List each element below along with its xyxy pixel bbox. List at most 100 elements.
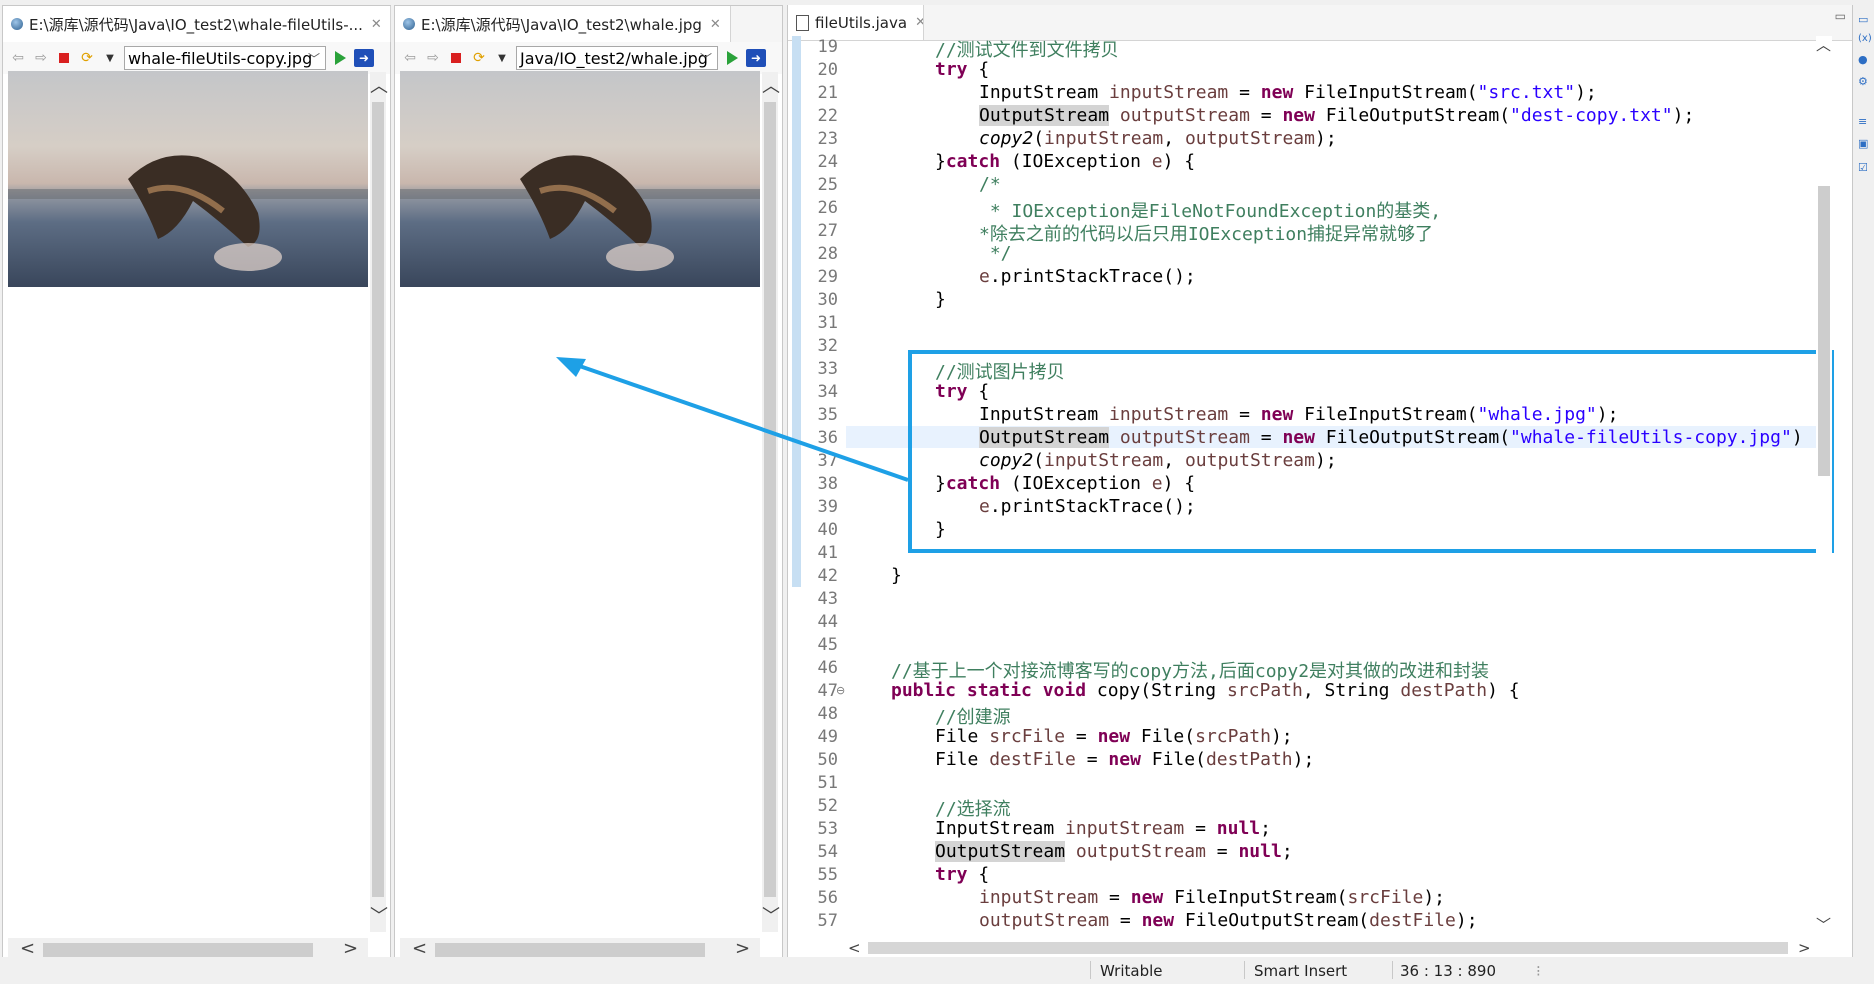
scroll-thumb[interactable]	[372, 102, 384, 897]
browser-toolbar: ⇦ ⇨ ⟳ ▼ whale-fileUtils-copy.jpg ﹀ ➜	[3, 42, 390, 74]
tasks-icon[interactable]: ☑	[1858, 161, 1868, 174]
refresh-icon[interactable]: ⟳	[78, 49, 96, 67]
console-icon[interactable]: ▣	[1858, 137, 1868, 150]
code-line-53: InputStream inputStream = null;	[935, 818, 1271, 839]
line-number: 38	[817, 474, 838, 494]
line-number: 24	[817, 152, 838, 172]
scroll-up-icon[interactable]: ︿	[762, 78, 780, 96]
editor-vertical-scrollbar[interactable]: ︿ ﹀	[1816, 36, 1832, 941]
back-icon[interactable]: ⇦	[9, 49, 27, 67]
scroll-down-icon[interactable]: ﹀	[762, 908, 780, 926]
code-line-23: copy2(inputStream, outputStream);	[979, 128, 1337, 149]
close-icon[interactable]: ✕	[710, 17, 721, 32]
maximize-icon[interactable]: ▭	[1835, 9, 1846, 23]
back-icon[interactable]: ⇦	[401, 49, 419, 67]
variables-icon[interactable]: (x)	[1858, 33, 1872, 44]
scroll-down-icon[interactable]: ﹀	[370, 908, 388, 926]
close-icon[interactable]: ✕	[371, 17, 382, 32]
code-text: );	[1423, 887, 1446, 908]
scroll-left-icon[interactable]: <	[412, 940, 427, 958]
browser-tab-original[interactable]: E:\源库\源代码\Java\IO_test2\whale.jpg ✕	[395, 6, 731, 42]
browser-tab-copy[interactable]: E:\源库\源代码\Java\IO_test2\whale-fileUtils-…	[3, 6, 391, 42]
url-value: Java/IO_test2/whale.jpg	[520, 49, 708, 68]
line-number: 22	[817, 106, 838, 126]
restore-icon[interactable]: ▭	[1858, 13, 1868, 26]
refresh-icon[interactable]: ⟳	[470, 49, 488, 67]
outline-icon[interactable]: ≡	[1858, 115, 1867, 128]
close-icon[interactable]: ✕	[915, 15, 923, 30]
scroll-thumb[interactable]	[1818, 186, 1830, 476]
line-number: 35	[817, 405, 838, 425]
code-text: ;	[1281, 841, 1293, 862]
breakpoints-icon[interactable]: ●	[1858, 53, 1868, 66]
url-input[interactable]: whale-fileUtils-copy.jpg ﹀	[124, 46, 326, 70]
variable: inputStream	[1065, 818, 1185, 839]
expressions-icon[interactable]: ⚙	[1858, 75, 1868, 88]
url-input[interactable]: Java/IO_test2/whale.jpg ﹀	[516, 46, 718, 70]
open-external-icon[interactable]: ➜	[354, 49, 374, 67]
scroll-right-icon[interactable]: >	[343, 940, 358, 958]
editor-horizontal-scrollbar[interactable]: < >	[846, 937, 1816, 959]
line-number: 46	[817, 658, 838, 678]
hscroll-thumb[interactable]	[435, 943, 705, 957]
go-button[interactable]	[331, 49, 349, 67]
line-number: 32	[817, 336, 838, 356]
code-line-49: File srcFile = new File(srcPath);	[935, 726, 1293, 747]
change-ruler-marker	[792, 36, 801, 587]
code-text: File(	[1140, 749, 1206, 770]
line-number: 25	[817, 175, 838, 195]
vertical-scrollbar[interactable]: ︿ ﹀	[762, 72, 780, 932]
code-text: =	[1249, 105, 1283, 126]
hscroll-thumb[interactable]	[868, 942, 1788, 954]
comment: //测试文件到文件拷贝	[935, 40, 1119, 61]
variable: destPath	[1400, 680, 1488, 701]
scroll-up-icon[interactable]: ︿	[370, 78, 388, 96]
forward-icon[interactable]: ⇨	[424, 49, 442, 67]
dropdown-icon[interactable]: ▼	[101, 49, 119, 67]
browser-toolbar: ⇦ ⇨ ⟳ ▼ Java/IO_test2/whale.jpg ﹀ ➜	[395, 42, 782, 74]
open-external-icon[interactable]: ➜	[746, 49, 766, 67]
go-button[interactable]	[723, 49, 741, 67]
stop-button[interactable]	[55, 49, 73, 67]
variable: inputStream	[1109, 82, 1229, 103]
scroll-right-icon[interactable]: >	[735, 940, 750, 958]
globe-icon	[11, 18, 23, 30]
code-text: File(	[1130, 726, 1196, 747]
variable: e	[1151, 151, 1163, 172]
whale-image	[8, 71, 368, 287]
code-text: );	[1672, 105, 1695, 126]
code-text: , String	[1302, 680, 1401, 701]
chevron-down-icon[interactable]: ﹀	[308, 47, 320, 69]
code-line-42: }	[891, 565, 902, 586]
editor-tab-fileutils[interactable]: fileUtils.java ✕	[788, 5, 924, 40]
comment: */	[979, 243, 1012, 264]
scroll-up-icon[interactable]: ︿	[1816, 36, 1831, 54]
scroll-left-icon[interactable]: <	[848, 939, 861, 957]
code-text: ) {	[1487, 680, 1520, 701]
scroll-left-icon[interactable]: <	[20, 940, 35, 958]
status-grip-icon: ⁝	[1536, 962, 1541, 980]
line-number: 56	[817, 888, 838, 908]
forward-icon[interactable]: ⇨	[32, 49, 50, 67]
scroll-right-icon[interactable]: >	[1798, 939, 1811, 957]
scroll-down-icon[interactable]: ﹀	[1816, 916, 1831, 934]
stop-button[interactable]	[447, 49, 465, 67]
line-number: 43	[817, 589, 838, 609]
whale-graphic	[128, 155, 282, 271]
code-text: FileOutputStream(	[1174, 910, 1370, 931]
browser-pane-copy: E:\源库\源代码\Java\IO_test2\whale-fileUtils-…	[2, 5, 391, 963]
variable: inputStream	[979, 887, 1099, 908]
code-text: );	[1575, 82, 1597, 103]
code-text: );	[1455, 910, 1478, 931]
fold-collapse-icon[interactable]: ⊖	[836, 684, 845, 697]
hscroll-thumb[interactable]	[43, 943, 313, 957]
line-number: 51	[817, 773, 838, 793]
vertical-scrollbar[interactable]: ︿ ﹀	[370, 72, 388, 932]
line-number: 21	[817, 83, 838, 103]
dropdown-icon[interactable]: ▼	[493, 49, 511, 67]
chevron-down-icon[interactable]: ﹀	[700, 47, 712, 69]
scroll-thumb[interactable]	[764, 102, 776, 897]
code-line-27: *除去之前的代码以后只用IOException捕捉异常就够了	[979, 220, 1433, 246]
annotation-highlight-box	[908, 350, 1834, 553]
